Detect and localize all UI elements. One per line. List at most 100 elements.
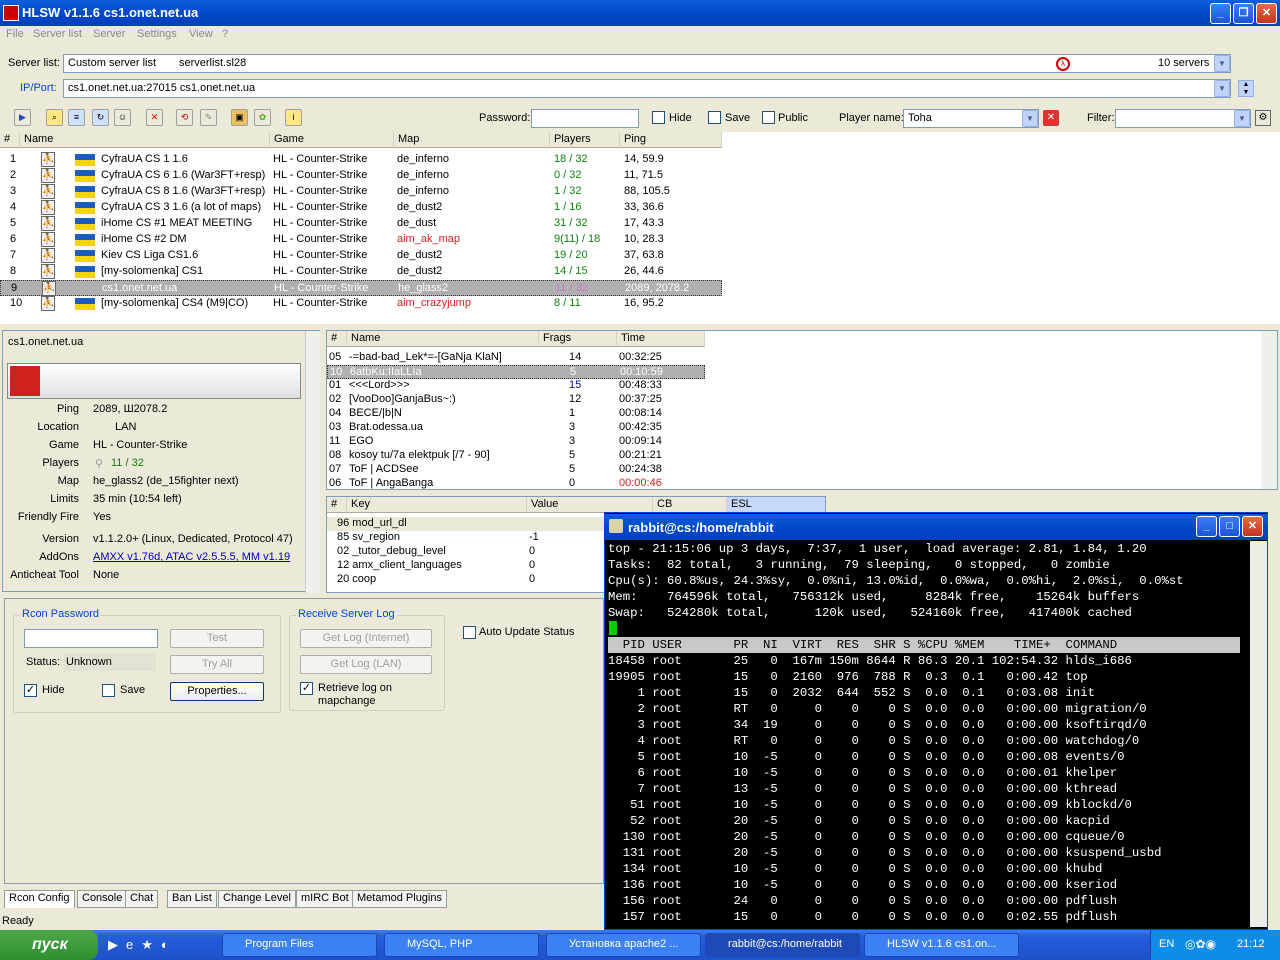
table-row[interactable]: 2 CyfraUA CS 6 1.6 (War3FT+resp) HL - Coun…	[0, 168, 722, 184]
taskbar-mysql-php[interactable]: MySQL, PHP	[384, 933, 539, 957]
public-checkbox[interactable]	[762, 111, 775, 124]
minimize-button[interactable]: _	[1210, 3, 1231, 24]
table-row[interactable]: 4 CyfraUA CS 3 1.6 (a lot of maps) HL - Co…	[0, 200, 722, 216]
tab-chat[interactable]: Chat	[125, 890, 159, 908]
table-row[interactable]: 1 CyfraUA CS 1 1.6 HL - Counter-Strike de_i…	[0, 152, 722, 168]
server-list-dropdown-icon[interactable]: ▼	[1214, 55, 1230, 72]
menu-server-list[interactable]: Server list	[33, 28, 82, 40]
rules-col-esl[interactable]: ESL	[727, 497, 825, 513]
clear-name-icon[interactable]: ✕	[1043, 110, 1059, 126]
table-row[interactable]: 8 [my-solomenka] CS1 HL - Counter-Strike de…	[0, 264, 722, 280]
player-row[interactable]: 11 EGO 3 00:09:14	[327, 435, 705, 449]
col-header-map[interactable]: Map	[394, 132, 550, 148]
rules-col-value[interactable]: Value	[527, 497, 653, 513]
player-col-frags[interactable]: Frags	[539, 331, 617, 347]
filter-input[interactable]	[1115, 109, 1251, 128]
col-header-game[interactable]: Game	[270, 132, 394, 148]
menu-server[interactable]: Server	[93, 28, 125, 40]
col-header-name[interactable]: Name	[20, 132, 270, 148]
properties-button[interactable]: Properties...	[170, 682, 264, 701]
player-row[interactable]: 05 -=bad-bad_Lek*=-[GaNja KlaN] 14 00:32:25	[327, 351, 705, 365]
menu-file[interactable]: File	[6, 28, 24, 40]
player-row[interactable]: 03 Brat.odessa.ua 3 00:42:35	[327, 421, 705, 435]
ip-port-dropdown-icon[interactable]: ▼	[1214, 80, 1230, 97]
server-list-select[interactable]: Custom server list serverlist.sl28 λ 10 …	[63, 54, 1231, 73]
rules-col-cb[interactable]: CB	[653, 497, 727, 513]
rcon-hide-checkbox[interactable]: ✓	[24, 684, 37, 697]
tab-change-level[interactable]: Change Level	[218, 890, 296, 908]
col-header-num[interactable]: #	[0, 132, 20, 148]
password-input[interactable]	[531, 109, 639, 128]
player-row[interactable]: 08 kosoy tu/7a elektpuk [/7 - 90] 5 00:21:2…	[327, 449, 705, 463]
folder-icon[interactable]: ▣	[231, 109, 248, 126]
filter-dropdown-icon[interactable]: ▼	[1234, 110, 1250, 127]
col-header-ping[interactable]: Ping	[620, 132, 722, 148]
player-row[interactable]: 01 <<<Lord>>> 15 00:48:33	[327, 379, 705, 393]
player-row[interactable]: 02 [VooDoo]GanjaBus~:) 12 00:37:25	[327, 393, 705, 407]
quick-launch-icons[interactable]: ▶e★◐	[108, 937, 177, 953]
retrieve-log-checkbox[interactable]: ✓	[300, 682, 313, 695]
player-name-input[interactable]: Toha	[903, 109, 1039, 128]
test-button[interactable]: Test	[170, 629, 264, 648]
info-scrollbar[interactable]	[305, 331, 320, 593]
get-log-lan-button[interactable]: Get Log (LAN)	[300, 655, 432, 674]
auto-update-checkbox[interactable]	[463, 626, 476, 639]
terminal-scrollbar[interactable]	[1250, 541, 1267, 927]
save-checkbox[interactable]	[708, 111, 721, 124]
table-row[interactable]: 5 iHome CS #1 MEAT MEETING HL - Counter-St…	[0, 216, 722, 232]
user-icon[interactable]: ☺	[114, 109, 131, 126]
tab-console[interactable]: Console	[77, 890, 128, 908]
table-row[interactable]: 9 cs1.onet.net.ua HL - Counter-Strike he_gl…	[0, 280, 722, 296]
player-col-time[interactable]: Time	[617, 331, 705, 347]
table-row[interactable]: 6 iHome CS #2 DM HL - Counter-Strike aim_ak…	[0, 232, 722, 248]
tray-icons[interactable]: ◎✿◉	[1185, 937, 1216, 951]
play-icon[interactable]: ▶	[14, 109, 31, 126]
rcon-save-checkbox[interactable]	[102, 684, 115, 697]
ip-port-input[interactable]: cs1.onet.net.ua:27015 cs1.onet.net.ua	[63, 79, 1231, 98]
taskbar-hlsw[interactable]: HLSW v1.1.6 cs1.on...	[864, 933, 1019, 957]
player-name-dropdown-icon[interactable]: ▼	[1022, 110, 1038, 127]
tab-metamod-plugins[interactable]: Metamod Plugins	[352, 890, 447, 908]
table-row[interactable]: 10 [my-solomenka] CS4 (M9|CO) HL - Counter…	[0, 296, 722, 312]
menu-help[interactable]: ?	[222, 28, 228, 40]
table-row[interactable]: 7 Kiev CS Liga CS1.6 HL - Counter-Strike de…	[0, 248, 722, 264]
try-all-button[interactable]: Try All	[170, 655, 264, 674]
edit-icon[interactable]: ✎	[200, 109, 217, 126]
terminal-window[interactable]: top - 21:15:06 up 3 days, 7:37, 1 user, …	[604, 512, 1268, 930]
options-icon[interactable]: ⚙	[1255, 110, 1271, 126]
taskbar-program-files[interactable]: Program Files	[222, 933, 377, 957]
info-icon[interactable]: i	[285, 109, 302, 126]
menu-view[interactable]: View	[189, 28, 213, 40]
taskbar-apache2[interactable]: Установка apache2 ...	[546, 933, 701, 957]
menu-settings[interactable]: Settings	[137, 28, 177, 40]
player-row[interactable]: 07 ToF | ACDSee 5 00:24:38	[327, 463, 705, 477]
col-header-players[interactable]: Players	[550, 132, 620, 148]
search-icon[interactable]: ⌕	[46, 109, 63, 126]
player-row[interactable]: 04 BECE/|b|N 1 00:08:14	[327, 407, 705, 421]
get-log-internet-button[interactable]: Get Log (Internet)	[300, 629, 432, 648]
hide-checkbox[interactable]	[652, 111, 665, 124]
close-button[interactable]: ✕	[1256, 3, 1277, 24]
refresh-icon[interactable]: ↻	[92, 109, 109, 126]
player-row[interactable]: 10 6atbKu:IIaLLIa 5 00:10:59	[327, 365, 705, 379]
list-icon[interactable]: ≡	[68, 109, 85, 126]
rules-col-num[interactable]: #	[327, 497, 347, 513]
tab-rcon-config[interactable]: Rcon Config	[4, 890, 75, 908]
rules-col-key[interactable]: Key	[347, 497, 527, 513]
spin-arrows-icon[interactable]: ▲ ▼	[1238, 80, 1254, 97]
player-col-num[interactable]: #	[327, 331, 347, 347]
terminal-minimize-button[interactable]: _	[1196, 516, 1217, 537]
terminal-maximize-button[interactable]: □	[1219, 516, 1240, 537]
delete-icon[interactable]: ✕	[146, 109, 163, 126]
taskbar-terminal[interactable]: rabbit@cs:/home/rabbit	[705, 933, 860, 957]
reload-icon[interactable]: ⟲	[176, 109, 193, 126]
player-col-name[interactable]: Name	[347, 331, 539, 347]
player-row[interactable]: 06 ToF | AngaBanga 0 00:00:46	[327, 477, 705, 491]
tab-mirc-bot[interactable]: mIRC Bot	[296, 890, 354, 908]
maximize-button[interactable]: ❐	[1233, 3, 1254, 24]
tab-ban-list[interactable]: Ban List	[167, 890, 217, 908]
language-indicator[interactable]: EN	[1159, 938, 1174, 950]
rcon-password-input[interactable]	[24, 629, 158, 648]
plugin-icon[interactable]: ✿	[254, 109, 271, 126]
terminal-close-button[interactable]: ✕	[1242, 516, 1263, 537]
